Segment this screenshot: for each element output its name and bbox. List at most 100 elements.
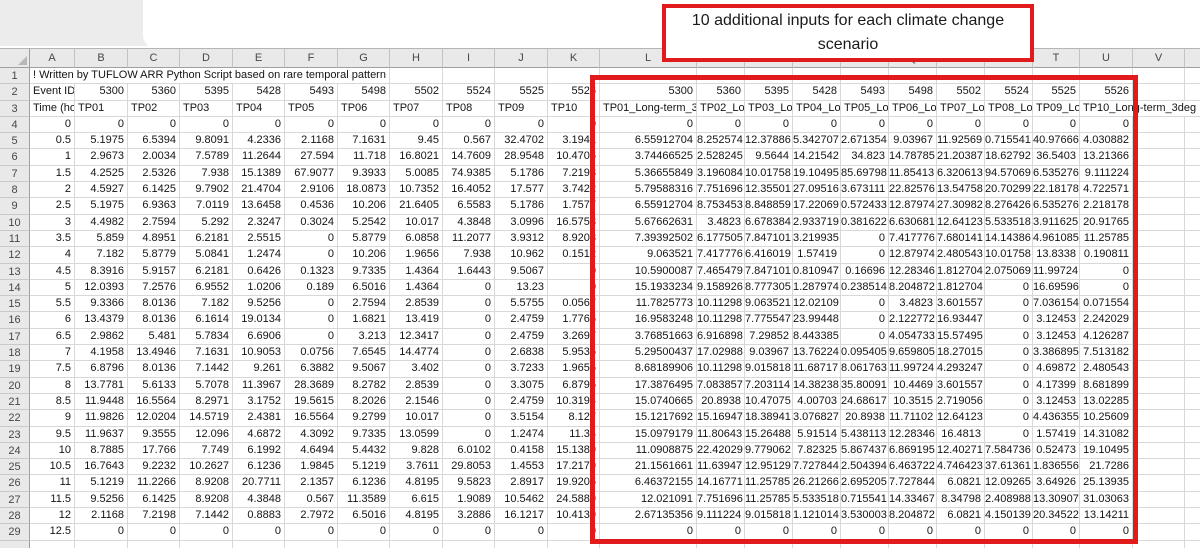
cell-V14[interactable] (1133, 280, 1185, 296)
cell-V2[interactable] (1133, 84, 1185, 100)
cell-Q18[interactable]: 9.659805 (889, 345, 937, 361)
cell-D30[interactable] (180, 541, 233, 548)
cell-B24[interactable]: 8.7885 (75, 443, 128, 459)
column-header-c[interactable]: C (128, 48, 180, 68)
cell-U4[interactable]: 0 (1080, 117, 1133, 133)
cell-C5[interactable]: 6.5394 (128, 133, 180, 149)
cell-C11[interactable]: 4.8951 (128, 231, 180, 247)
cell-L15[interactable]: 11.7825773 (600, 296, 697, 312)
cell-P17[interactable]: 0 (841, 329, 889, 345)
cell-H12[interactable]: 1.9656 (390, 247, 443, 263)
row-header-9[interactable]: 9 (0, 198, 30, 214)
cell-W10[interactable] (1185, 215, 1200, 231)
cell-A3[interactable]: Time (hour) (30, 101, 75, 117)
cell-A9[interactable]: 2.5 (30, 198, 75, 214)
cell-D6[interactable]: 7.5789 (180, 149, 233, 165)
cell-K27[interactable]: 24.5889 (548, 492, 600, 508)
cell-A24[interactable]: 10 (30, 443, 75, 459)
cell-U7[interactable]: 9.111224 (1080, 166, 1133, 182)
cell-E6[interactable]: 11.2644 (233, 149, 285, 165)
cell-L19[interactable]: 8.68189906 (600, 361, 697, 377)
row-header-13[interactable]: 13 (0, 264, 30, 280)
cell-I26[interactable]: 9.5823 (443, 475, 495, 491)
cell-R8[interactable]: 13.54758 (937, 182, 985, 198)
cell-K25[interactable]: 17.2179 (548, 459, 600, 475)
cell-N2[interactable]: 5395 (745, 84, 793, 100)
row-header-24[interactable]: 24 (0, 443, 30, 459)
cell-S22[interactable]: 0 (985, 410, 1033, 426)
cell-M23[interactable]: 11.80643 (697, 427, 745, 443)
row-header-3[interactable]: 3 (0, 101, 30, 117)
cell-Q23[interactable]: 12.28346 (889, 427, 937, 443)
cell-R25[interactable]: 4.746423 (937, 459, 985, 475)
cell-W16[interactable] (1185, 312, 1200, 328)
cell-G7[interactable]: 9.3933 (338, 166, 390, 182)
cell-I3[interactable]: TP08 (443, 101, 495, 117)
cell-M12[interactable]: 7.417776 (697, 247, 745, 263)
cell-E20[interactable]: 11.3967 (233, 378, 285, 394)
cell-I2[interactable]: 5524 (443, 84, 495, 100)
cell-W8[interactable] (1185, 182, 1200, 198)
cell-G21[interactable]: 8.2026 (338, 394, 390, 410)
row-header-partial[interactable] (0, 541, 30, 548)
cell-U21[interactable]: 13.02285 (1080, 394, 1133, 410)
cell-M22[interactable]: 15.16947 (697, 410, 745, 426)
cell-U22[interactable]: 10.25609 (1080, 410, 1133, 426)
cell-T20[interactable]: 4.17399 (1033, 378, 1080, 394)
cell-A25[interactable]: 10.5 (30, 459, 75, 475)
cell-L9[interactable]: 6.55912704 (600, 198, 697, 214)
cell-S5[interactable]: 0.715541 (985, 133, 1033, 149)
cell-E28[interactable]: 0.8883 (233, 508, 285, 524)
cell-O10[interactable]: 2.933719 (793, 215, 841, 231)
cell-P25[interactable]: 2.504394 (841, 459, 889, 475)
cell-W15[interactable] (1185, 296, 1200, 312)
cell-D23[interactable]: 12.096 (180, 427, 233, 443)
cell-G5[interactable]: 7.1631 (338, 133, 390, 149)
cell-J25[interactable]: 1.4553 (495, 459, 548, 475)
cell-R7[interactable]: 6.320613 (937, 166, 985, 182)
cell-S27[interactable]: 2.408988 (985, 492, 1033, 508)
cell-G9[interactable]: 10.206 (338, 198, 390, 214)
cell-B19[interactable]: 6.8796 (75, 361, 128, 377)
cell-U10[interactable]: 20.91765 (1080, 215, 1133, 231)
cell-V6[interactable] (1133, 149, 1185, 165)
cell-C13[interactable]: 5.9157 (128, 264, 180, 280)
cell-T7[interactable]: 6.535276 (1033, 166, 1080, 182)
cell-O19[interactable]: 11.68717 (793, 361, 841, 377)
cell-E17[interactable]: 6.6906 (233, 329, 285, 345)
cell-W21[interactable] (1185, 394, 1200, 410)
cell-V20[interactable] (1133, 378, 1185, 394)
cell-G10[interactable]: 5.2542 (338, 215, 390, 231)
cell-L3[interactable]: TP01_Long-term_3deg (600, 101, 697, 117)
cell-Q19[interactable]: 11.99724 (889, 361, 937, 377)
cell-S11[interactable]: 14.14386 (985, 231, 1033, 247)
cell-U8[interactable]: 4.722571 (1080, 182, 1133, 198)
cell-A16[interactable]: 6 (30, 312, 75, 328)
cell-E13[interactable]: 0.6426 (233, 264, 285, 280)
cell-K18[interactable]: 5.9535 (548, 345, 600, 361)
cell-E22[interactable]: 2.4381 (233, 410, 285, 426)
cell-Q30[interactable] (889, 541, 937, 548)
cell-H30[interactable] (390, 541, 443, 548)
cell-N9[interactable]: 8.848859 (745, 198, 793, 214)
cell-F24[interactable]: 4.6494 (285, 443, 338, 459)
cell-A11[interactable]: 3.5 (30, 231, 75, 247)
cell-E8[interactable]: 21.4704 (233, 182, 285, 198)
row-header-17[interactable]: 17 (0, 329, 30, 345)
cell-C27[interactable]: 6.1425 (128, 492, 180, 508)
cell-N30[interactable] (745, 541, 793, 548)
cell-E3[interactable]: TP04 (233, 101, 285, 117)
row-header-15[interactable]: 15 (0, 296, 30, 312)
column-header-g[interactable]: G (338, 48, 390, 68)
cell-G6[interactable]: 11.718 (338, 149, 390, 165)
cell-C14[interactable]: 7.2576 (128, 280, 180, 296)
cell-G26[interactable]: 6.1236 (338, 475, 390, 491)
cell-B30[interactable] (75, 541, 128, 548)
cell-U11[interactable]: 11.25785 (1080, 231, 1133, 247)
cell-U1[interactable] (1080, 68, 1133, 84)
cell-B13[interactable]: 8.3916 (75, 264, 128, 280)
cell-A21[interactable]: 8.5 (30, 394, 75, 410)
cell-E27[interactable]: 4.3848 (233, 492, 285, 508)
cell-O11[interactable]: 3.219935 (793, 231, 841, 247)
cell-T14[interactable]: 16.69596 (1033, 280, 1080, 296)
